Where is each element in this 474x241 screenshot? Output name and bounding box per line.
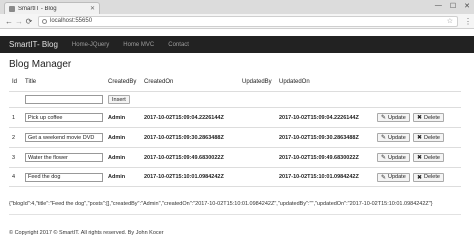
- row-id: 4: [12, 174, 16, 180]
- row-title-input[interactable]: Water the flower: [25, 153, 103, 162]
- table-header-row: Id Title CreatedBy CreatedOn UpdatedBy U…: [9, 73, 461, 91]
- update-button[interactable]: ✎ Update: [377, 172, 410, 182]
- row-id: 2: [12, 134, 16, 141]
- browser-menu-icon[interactable]: ⋮: [464, 17, 472, 26]
- update-icon: ✎: [381, 174, 387, 181]
- insert-button[interactable]: Insert: [108, 95, 130, 104]
- footer-text: © Copyright 2017 © SmartIT. All rights r…: [9, 230, 164, 236]
- header-updated-by: UpdatedBy: [242, 79, 272, 85]
- address-bar[interactable]: localhost:55650 ☆: [38, 15, 458, 27]
- delete-button[interactable]: ✖ Delete: [413, 153, 444, 162]
- update-button[interactable]: ✎ Update: [377, 153, 410, 162]
- update-label: Update: [388, 174, 406, 180]
- row-id: 3: [12, 154, 16, 161]
- delete-label: Delete: [424, 154, 440, 161]
- new-title-input[interactable]: [25, 95, 103, 104]
- update-label: Update: [388, 154, 406, 161]
- update-button[interactable]: ✎ Update: [377, 113, 410, 122]
- row-created-by: Admin: [108, 114, 126, 121]
- delete-icon: ✖: [417, 135, 423, 141]
- browser-tab[interactable]: SmartIT - Blog ✕: [4, 2, 100, 14]
- update-button[interactable]: ✎ Update: [377, 133, 410, 142]
- row-created-on: 2017-10-02T15:09:49.6830022Z: [144, 154, 224, 161]
- footer-divider: [9, 214, 461, 215]
- brand-link[interactable]: SmartIT- Blog: [9, 40, 58, 49]
- table-row: 2 Get a weekend movie DVD Admin 2017-10-…: [9, 127, 461, 147]
- delete-label: Delete: [424, 174, 440, 180]
- table-row: 3 Water the flower Admin 2017-10-02T15:0…: [9, 147, 461, 167]
- browser-toolbar: ← → ⟳ localhost:55650 ☆ ⋮: [0, 14, 474, 29]
- nav-contact[interactable]: Contact: [168, 42, 189, 48]
- table-row: 4 Feed the dog Admin 2017-10-02T15:10:01…: [9, 167, 461, 187]
- row-id: 1: [12, 114, 16, 121]
- update-icon: ✎: [381, 115, 387, 121]
- bookmark-star-icon[interactable]: ☆: [447, 17, 453, 25]
- update-icon: ✎: [381, 135, 387, 141]
- row-title-input[interactable]: Pick up coffee: [25, 113, 103, 122]
- header-title: Title: [25, 79, 37, 85]
- delete-icon: ✖: [417, 155, 423, 161]
- table-row: 1 Pick up coffee Admin 2017-10-02T15:09:…: [9, 107, 461, 127]
- delete-label: Delete: [424, 134, 440, 141]
- nav-home-jquery[interactable]: Home-JQuery: [72, 42, 109, 48]
- delete-button[interactable]: ✖ Delete: [413, 133, 444, 142]
- maximize-button[interactable]: ☐: [450, 2, 456, 10]
- window-controls: — ☐ ✕: [435, 2, 470, 10]
- row-created-by: Admin: [108, 174, 126, 180]
- delete-button[interactable]: ✖ Delete: [413, 172, 444, 182]
- row-title-input[interactable]: Feed the dog: [25, 172, 103, 182]
- header-id: Id: [12, 79, 18, 85]
- row-created-by: Admin: [108, 134, 126, 141]
- page-title: Blog Manager: [9, 59, 72, 70]
- update-label: Update: [388, 114, 406, 121]
- row-updated-on: 2017-10-02T15:10:01.0984242Z: [279, 174, 359, 180]
- address-url: localhost:55650: [50, 18, 93, 24]
- close-button[interactable]: ✕: [464, 2, 470, 10]
- reload-icon[interactable]: ⟳: [24, 17, 34, 26]
- minimize-button[interactable]: —: [435, 2, 442, 10]
- back-icon[interactable]: ←: [4, 17, 14, 26]
- row-created-on: 2017-10-02T15:09:30.2863488Z: [144, 134, 224, 141]
- row-title-input[interactable]: Get a weekend movie DVD: [25, 133, 103, 142]
- delete-icon: ✖: [417, 174, 423, 181]
- info-icon: [42, 18, 47, 24]
- nav-home-mvc[interactable]: Home MVC: [123, 42, 154, 48]
- delete-label: Delete: [424, 114, 440, 121]
- row-updated-on: 2017-10-02T15:09:49.6830022Z: [279, 154, 359, 161]
- delete-icon: ✖: [417, 115, 423, 121]
- insert-row: Insert: [9, 91, 461, 107]
- header-updated-on: UpdatedOn: [279, 79, 310, 85]
- forward-icon[interactable]: →: [14, 17, 24, 26]
- update-icon: ✎: [381, 155, 387, 161]
- browser-tabstrip: SmartIT - Blog ✕ — ☐ ✕: [0, 0, 474, 14]
- page-icon: [9, 5, 15, 12]
- delete-button[interactable]: ✖ Delete: [413, 113, 444, 122]
- row-created-on: 2017-10-02T15:10:01.0984242Z: [144, 174, 224, 180]
- json-output: {"blogId":4,"title":"Feed the dog","post…: [9, 201, 433, 207]
- row-created-on: 2017-10-02T15:09:04.2226144Z: [144, 114, 224, 121]
- row-created-by: Admin: [108, 154, 126, 161]
- row-updated-on: 2017-10-02T15:09:30.2863488Z: [279, 134, 359, 141]
- app-navbar: SmartIT- Blog Home-JQuery Home MVC Conta…: [0, 36, 474, 53]
- tab-close-icon[interactable]: ✕: [90, 5, 95, 12]
- tab-title: SmartIT - Blog: [18, 5, 57, 12]
- header-created-on: CreatedOn: [144, 79, 174, 85]
- row-updated-on: 2017-10-02T15:09:04.2226144Z: [279, 114, 359, 121]
- update-label: Update: [388, 134, 406, 141]
- header-created-by: CreatedBy: [108, 79, 137, 85]
